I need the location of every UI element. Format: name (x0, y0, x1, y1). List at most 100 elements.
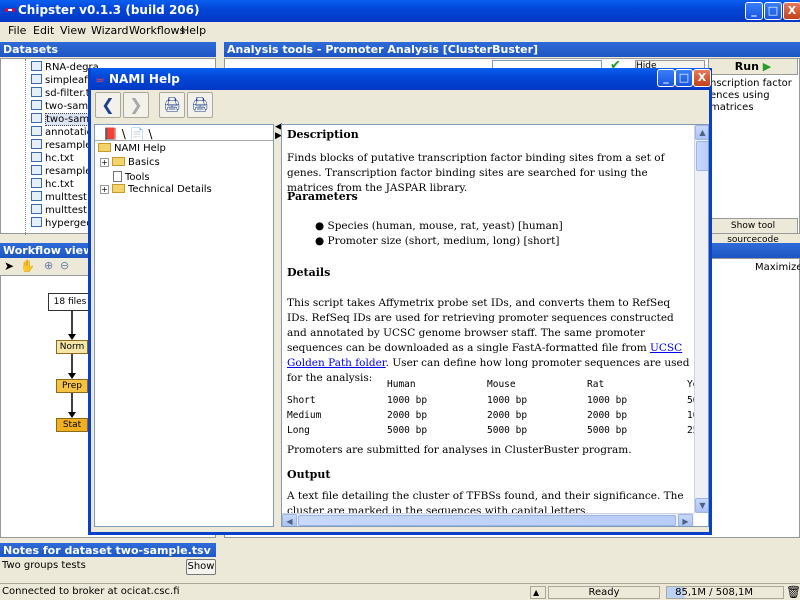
forward-arrow-icon: ❯ (129, 95, 143, 114)
help-toolbar: ❮ ❯ 🖨 🖨 (91, 90, 709, 120)
help-minimize-button[interactable]: _ (657, 69, 675, 87)
scroll-thumb[interactable] (696, 141, 708, 171)
trash-icon[interactable]: 🗑 (786, 585, 800, 599)
print-icon: 🖨 (163, 97, 181, 113)
table-cell: 5000 bp (587, 425, 628, 436)
menu-workflows[interactable]: Workflows (129, 24, 185, 37)
table-icon (31, 113, 42, 123)
maximize-button[interactable]: □ (764, 2, 782, 20)
file-icon (31, 74, 42, 84)
expand-icon: + (100, 185, 109, 194)
file-icon (31, 204, 42, 214)
file-icon (31, 152, 42, 162)
page-setup-icon: 🖨 (191, 97, 209, 113)
help-title: NAMI Help (109, 72, 180, 86)
file-icon (31, 178, 42, 188)
scroll-down-arrow[interactable]: ▼ (695, 498, 708, 513)
menu-edit[interactable]: Edit (33, 24, 54, 37)
table-cell: 2000 bp (387, 410, 428, 421)
tree-item-technical-details[interactable]: + Technical Details (100, 184, 212, 195)
run-button[interactable]: Run ▶ (708, 58, 798, 75)
menu-bar: File Edit View Wizard Workflows Help (0, 22, 800, 40)
nav-divider (95, 140, 273, 141)
tool-description: nscription factor ences using matrices (710, 78, 792, 113)
show-notes-button[interactable]: Show (186, 559, 216, 575)
content-vertical-scrollbar[interactable]: ▲ ▼ (694, 125, 708, 513)
table-cell: 1000 bp (487, 395, 528, 406)
dataset-item[interactable]: hc.txt (31, 178, 74, 191)
maximize-link[interactable]: Maximize (755, 262, 800, 273)
page-icon (113, 171, 122, 182)
table-cell: 5000 bp (387, 425, 428, 436)
promoters-text: Promoters are submitted for analyses in … (287, 444, 632, 456)
table-cell: Short (287, 395, 316, 406)
workflow-node-files[interactable]: 18 files (48, 293, 92, 311)
description-heading: Description (287, 128, 359, 141)
dataset-item[interactable]: hc.txt (31, 152, 74, 165)
help-content-pane: Description Finds blocks of putative tra… (281, 124, 709, 527)
datasets-header: Datasets (0, 42, 216, 57)
table-header: Mouse (487, 379, 516, 390)
output-heading: Output (287, 468, 331, 481)
table-header: Human (387, 379, 416, 390)
tree-connector (25, 59, 26, 235)
workflow-node-prep[interactable]: Prep (56, 379, 88, 393)
table-cell: 1000 bp (587, 395, 628, 406)
status-bar: Connected to broker at ocicat.csc.fi ▲ R… (0, 583, 800, 600)
workflow-node-stat[interactable]: Stat (56, 418, 88, 432)
scroll-left-arrow[interactable]: ◀ (282, 514, 297, 526)
help-title-bar: ☕ NAMI Help _ □ X (91, 68, 711, 90)
help-maximize-button[interactable]: □ (675, 69, 693, 87)
table-cell: 2000 bp (587, 410, 628, 421)
analysis-header: Analysis tools - Promoter Analysis [Clus… (224, 42, 800, 57)
table-cell: 2000 bp (487, 410, 528, 421)
minimize-button[interactable]: _ (745, 2, 763, 20)
table-icon (31, 100, 42, 110)
tree-item-tools[interactable]: Tools (113, 171, 150, 183)
workflow-node-norm[interactable]: Norm (56, 340, 88, 354)
table-cell: Long (287, 425, 310, 436)
file-icon (31, 87, 42, 97)
close-button[interactable]: X (783, 2, 800, 20)
file-icon (31, 217, 42, 227)
page-setup-button[interactable]: 🖨 (187, 92, 213, 118)
menu-view[interactable]: View (60, 24, 86, 37)
forward-button[interactable]: ❯ (123, 92, 149, 118)
back-arrow-icon: ❮ (101, 95, 115, 114)
file-icon (31, 126, 42, 136)
parameters-heading: Parameters (287, 190, 358, 203)
table-cell: 1000 bp (387, 395, 428, 406)
connection-status: Connected to broker at ocicat.csc.fi (2, 586, 180, 597)
tree-root[interactable]: NAMI Help (98, 143, 166, 154)
content-horizontal-scrollbar[interactable]: ◀ ▶ (282, 513, 694, 526)
notes-header: Notes for dataset two-sample.tsv (0, 543, 216, 558)
notes-box: Two groups tests (0, 557, 216, 577)
nav-tabs[interactable]: 📕 \ 📄 \ (103, 127, 152, 141)
menu-file[interactable]: File (8, 24, 26, 37)
pointer-icon[interactable]: ➤ (4, 259, 14, 273)
file-icon (31, 165, 42, 175)
show-sourcecode-button[interactable]: Show tool sourcecode (708, 218, 798, 245)
zoom-out-icon[interactable]: ⊖ (60, 259, 69, 272)
parameter-item: ● Species (human, mouse, rat, yeast) [hu… (315, 220, 563, 232)
table-cell: Medium (287, 410, 322, 421)
menu-help[interactable]: Help (181, 24, 206, 37)
ready-status: Ready (548, 586, 660, 599)
help-app-icon: ☕ (95, 72, 105, 85)
details-heading: Details (287, 266, 331, 279)
print-button[interactable]: 🖨 (159, 92, 185, 118)
scroll-up-arrow[interactable]: ▲ (695, 125, 708, 140)
table-cell: 5000 bp (487, 425, 528, 436)
back-button[interactable]: ❮ (95, 92, 121, 118)
expand-icon: + (100, 158, 109, 167)
hand-icon[interactable]: ✋ (20, 259, 35, 273)
zoom-in-icon[interactable]: ⊕ (44, 259, 53, 272)
help-close-button[interactable]: X (693, 69, 711, 87)
folder-icon (112, 184, 125, 193)
notes-text: Two groups tests (2, 560, 86, 571)
menu-wizard[interactable]: Wizard (91, 24, 129, 37)
scroll-thumb-horizontal[interactable] (298, 515, 676, 526)
main-title-bar: Chipster v0.1.3 (build 206) _ □ X (0, 0, 800, 22)
scroll-right-arrow[interactable]: ▶ (678, 514, 693, 526)
tree-item-basics[interactable]: + Basics (100, 157, 160, 168)
